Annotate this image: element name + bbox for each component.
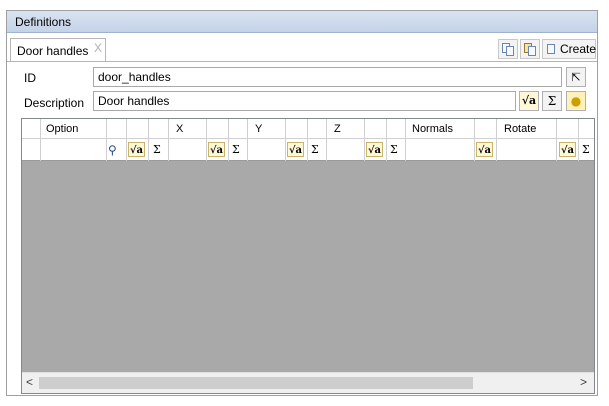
column-header-normals[interactable]: Normals: [412, 123, 453, 135]
speech-bubble-icon: ●: [570, 94, 582, 108]
formula-icon[interactable]: √a: [559, 142, 576, 157]
comment-button[interactable]: ●: [566, 91, 586, 111]
tab-divider: [7, 61, 597, 62]
binoculars-icon[interactable]: ⚲: [108, 143, 117, 157]
sum-button[interactable]: Σ: [542, 91, 562, 111]
id-label: ID: [24, 71, 36, 85]
scroll-left-icon[interactable]: <: [26, 375, 33, 389]
sum-icon[interactable]: Σ: [582, 143, 590, 156]
formula-icon[interactable]: √a: [128, 142, 145, 157]
column-header-option[interactable]: Option: [46, 123, 78, 135]
scrollbar-thumb[interactable]: [39, 377, 473, 389]
sum-icon[interactable]: Σ: [232, 143, 240, 156]
paste-button[interactable]: [520, 39, 540, 59]
panel-header: Definitions: [7, 11, 597, 33]
create-label: Create: [560, 42, 597, 56]
description-label: Description: [24, 96, 85, 110]
definitions-panel: Definitions Door handles X Create ID doo…: [6, 10, 598, 396]
grid-header-row: Option X Y Z Normals Rotate: [22, 119, 594, 139]
description-field[interactable]: Door handles: [93, 91, 516, 111]
sum-icon[interactable]: Σ: [390, 143, 398, 156]
tab-door-handles[interactable]: Door handles X: [10, 38, 106, 62]
column-header-y[interactable]: Y: [255, 123, 262, 135]
scroll-right-icon[interactable]: >: [580, 375, 587, 389]
formula-icon[interactable]: √a: [208, 142, 225, 157]
copy-button[interactable]: [498, 39, 518, 59]
panel-title: Definitions: [15, 15, 72, 29]
tab-label: Door handles: [17, 44, 89, 58]
formula-button[interactable]: √a: [519, 91, 539, 111]
formula-icon[interactable]: √a: [287, 142, 304, 157]
id-field[interactable]: door_handles: [93, 67, 562, 87]
close-icon[interactable]: X: [94, 41, 102, 55]
definitions-grid[interactable]: Option X Y Z Normals Rotate ⚲ √a Σ √a Σ …: [21, 118, 595, 394]
column-header-rotate[interactable]: Rotate: [504, 123, 536, 135]
column-header-z[interactable]: Z: [334, 123, 341, 135]
formula-icon[interactable]: √a: [366, 142, 383, 157]
pick-button[interactable]: ⇱: [566, 67, 586, 87]
formula-icon[interactable]: √a: [476, 142, 493, 157]
cursor-pick-icon: ⇱: [570, 70, 582, 84]
sum-icon[interactable]: Σ: [153, 143, 161, 156]
column-header-x[interactable]: X: [176, 123, 183, 135]
sum-icon[interactable]: Σ: [311, 143, 319, 156]
horizontal-scrollbar[interactable]: < >: [22, 372, 594, 393]
